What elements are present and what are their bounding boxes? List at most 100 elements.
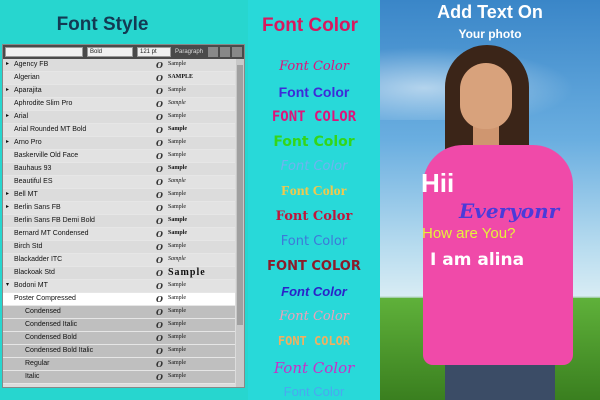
font-list-item[interactable]: ▾ Bodoni MT O Sample [3,280,235,293]
font-name: Condensed Bold [25,334,77,341]
font-list-item[interactable]: ▸ Arial O Sample [3,111,235,124]
font-color-sample[interactable]: Font Color [250,59,378,74]
font-list-item[interactable]: Bernard MT Condensed O Sample [3,228,235,241]
font-name: Condensed Italic [25,321,78,328]
font-list-item[interactable]: Bauhaus 93 O Sample [3,163,235,176]
font-type-icon: O [156,138,163,148]
expand-arrow-icon[interactable]: ▾ [6,281,9,288]
font-list-item[interactable]: Regular O Sample [3,358,235,371]
font-list: ▸ Agency FB O Sample Algerian O SAMPLE ▸ Aparaji… [3,59,235,387]
font-color-sample[interactable]: FONT COLOR [250,334,378,348]
overlay-text-how[interactable]: How are You? [422,225,515,242]
font-list-item[interactable]: ▸ Bell MT O Sample [3,189,235,202]
font-type-icon: O [156,190,163,200]
font-name: Condensed [25,308,61,315]
font-color-sample[interactable]: Font Color [250,359,378,377]
font-color-sample[interactable]: Font Color [250,184,378,200]
font-list-item[interactable]: ▸ Aparajita O Sample [3,85,235,98]
font-type-icon: O [156,359,163,369]
align-left-icon[interactable] [208,47,218,57]
expand-arrow-icon[interactable]: ▸ [6,190,9,197]
font-list-scrollbar[interactable] [236,59,244,387]
font-list-item[interactable]: Berlin Sans FB Demi Bold O Sample [3,215,235,228]
font-color-sample[interactable]: Font Color [250,384,378,399]
paragraph-label[interactable]: Paragraph [175,47,203,57]
font-name: Arno Pro [14,139,42,146]
font-list-item[interactable]: Condensed Bold O Sample [3,332,235,345]
font-name: Italic [25,373,40,380]
font-type-icon: O [156,203,163,213]
font-list-item[interactable]: Aphrodite Slim Pro O Sample [3,98,235,111]
font-search-input[interactable] [5,47,83,57]
font-size-select[interactable]: 121 pt [137,47,171,57]
expand-arrow-icon[interactable]: ▸ [6,112,9,119]
expand-arrow-icon[interactable]: ▸ [6,86,9,93]
font-type-icon: O [156,99,163,109]
font-name: Beautiful ES [14,178,53,185]
add-text-heading: Add Text On [437,2,543,22]
overlay-text-everyone[interactable]: Everyonr [459,199,559,223]
font-sample-preview: Sample [168,217,188,223]
font-color-sample[interactable]: Font Color [250,309,378,324]
font-sample-preview: SAMPLE [168,74,194,80]
font-list-item[interactable]: ▸ Berlin Sans FB O Sample [3,202,235,215]
font-sample-preview: Sample [168,61,186,67]
font-name: Berlin Sans FB [14,204,61,211]
font-name: Bell MT [14,191,38,198]
font-list-item[interactable]: Italic O Sample [3,371,235,384]
font-sample-preview: Sample [168,256,186,262]
expand-arrow-icon[interactable]: ▸ [6,60,9,67]
font-name: Bernard MT Condensed [14,230,89,237]
font-list-item[interactable]: Blackoak Std O Sample [3,267,235,280]
font-name: Algerian [14,74,40,81]
align-right-icon[interactable] [232,47,242,57]
font-name: Condensed Bold Italic [25,347,94,354]
font-type-icon: O [156,164,163,174]
font-list-item[interactable]: Algerian O SAMPLE [3,72,235,85]
font-sample-preview: Sample [168,178,186,184]
font-color-heading: Font Color [262,15,359,36]
font-type-icon: O [156,229,163,239]
font-list-item[interactable]: Arial Rounded MT Bold O Sample [3,124,235,137]
align-center-icon[interactable] [220,47,230,57]
font-list-item[interactable]: ▸ Arno Pro O Sample [3,137,235,150]
font-sample-preview: Sample [168,308,186,314]
font-color-sample[interactable]: Font Color [250,209,378,224]
font-color-sample[interactable]: Font Color [250,84,378,100]
font-list-item[interactable]: Condensed Italic O Sample [3,319,235,332]
font-name: Aparajita [14,87,42,94]
font-weight-select[interactable]: Bold [87,47,133,57]
font-type-icon: O [156,268,163,278]
font-type-icon: O [156,73,163,83]
font-list-item[interactable]: Condensed O Sample [3,306,235,319]
font-list-item[interactable]: ▸ Agency FB O Sample [3,59,235,72]
font-list-item[interactable]: Beautiful ES O Sample [3,176,235,189]
overlay-text-name[interactable]: I am alina [430,250,524,270]
overlay-text-hii[interactable]: Hii [421,168,454,199]
font-sample-preview: Sample [168,165,188,171]
font-name: Regular [25,360,50,367]
font-color-sample[interactable]: Font Color [250,234,378,249]
font-color-sample[interactable]: Font Color [250,134,378,150]
font-color-sample[interactable]: FONT COLOR [250,109,378,125]
font-list-item[interactable]: Blackadder ITC O Sample [3,254,235,267]
font-name: Birch Std [14,243,43,250]
font-type-icon: O [156,333,163,343]
font-sample-preview: Sample [168,191,186,197]
font-list-item[interactable]: Poster Compressed O Sample [3,293,235,306]
font-sample-preview: Sample [168,243,186,249]
font-color-sample[interactable]: FONT COLOR [250,259,378,274]
font-color-sample[interactable]: Font Color [250,284,378,299]
expand-arrow-icon[interactable]: ▸ [6,203,9,210]
font-list-item[interactable]: Condensed Bold Italic O Sample [3,345,235,358]
scrollbar-thumb[interactable] [237,65,243,325]
font-sample-preview: Sample [168,282,186,288]
expand-arrow-icon[interactable]: ▸ [6,138,9,145]
font-type-icon: O [156,177,163,187]
font-list-item[interactable]: Baskerville Old Face O Sample [3,150,235,163]
font-color-sample[interactable]: Font Color [250,159,378,174]
font-list-item[interactable]: Birch Std O Sample [3,241,235,254]
font-sample-preview: Sample [168,126,188,132]
font-type-icon: O [156,307,163,317]
font-style-title: Font Style [56,14,149,35]
